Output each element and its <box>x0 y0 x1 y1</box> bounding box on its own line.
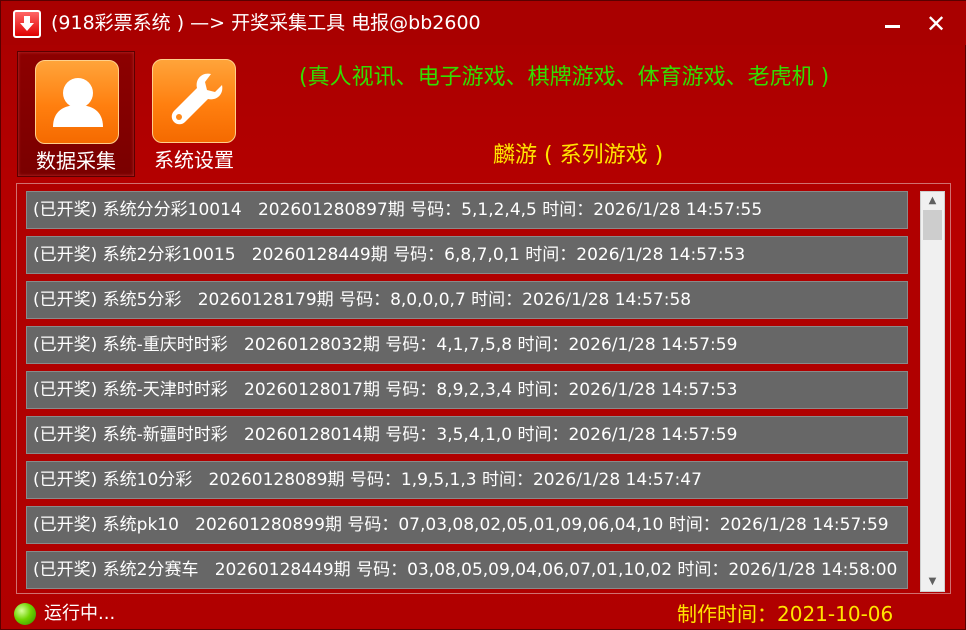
data-collect-label: 数据采集 <box>36 149 116 173</box>
user-icon <box>35 60 119 144</box>
scroll-down-arrow-icon[interactable]: ▼ <box>921 573 944 591</box>
window-title: (918彩票系统 ) —> 开奖采集工具 电报@bb2600 <box>51 12 481 34</box>
scrollbar-thumb[interactable] <box>923 210 942 240</box>
game-categories-banner: (真人视讯、电子游戏、棋牌游戏、体育游戏、老虎机 ) <box>299 65 830 90</box>
results-list[interactable]: (已开奖) 系统分分彩10014 202601280897期 号码：5,1,2,… <box>17 184 919 593</box>
download-arrow-icon <box>13 10 41 38</box>
list-item[interactable]: (已开奖) 系统-新疆时时彩 20260128014期 号码：3,5,4,1,0… <box>26 416 908 454</box>
title-bar[interactable]: (918彩票系统 ) —> 开奖采集工具 电报@bb2600 ✕ <box>1 1 966 45</box>
minimize-button[interactable] <box>881 11 907 37</box>
list-item[interactable]: (已开奖) 系统5分彩 20260128179期 号码：8,0,0,0,7 时间… <box>26 281 908 319</box>
list-item[interactable]: (已开奖) 系统分分彩10014 202601280897期 号码：5,1,2,… <box>26 191 908 229</box>
list-item[interactable]: (已开奖) 系统10分彩 20260128089期 号码：1,9,5,1,3 时… <box>26 461 908 499</box>
scroll-up-arrow-icon[interactable]: ▲ <box>921 192 944 210</box>
green-status-icon <box>14 603 36 625</box>
close-button[interactable]: ✕ <box>923 11 949 37</box>
data-collect-button[interactable]: 数据采集 <box>17 51 135 177</box>
list-item[interactable]: (已开奖) 系统2分赛车 20260128449期 号码：03,08,05,09… <box>26 551 908 589</box>
settings-button[interactable]: 系统设置 <box>135 51 253 177</box>
settings-label: 系统设置 <box>154 148 234 172</box>
wrench-icon <box>152 59 236 143</box>
list-item[interactable]: (已开奖) 系统-天津时时彩 20260128017期 号码：8,9,2,3,4… <box>26 371 908 409</box>
results-panel: (已开奖) 系统分分彩10014 202601280897期 号码：5,1,2,… <box>16 183 951 594</box>
status-text: 运行中... <box>44 603 116 624</box>
list-item[interactable]: (已开奖) 系统2分彩10015 20260128449期 号码：6,8,7,0… <box>26 236 908 274</box>
series-games-banner: 麟游 ( 系列游戏 ) <box>493 143 664 168</box>
app-window: (918彩票系统 ) —> 开奖采集工具 电报@bb2600 ✕ 数据采集 系统… <box>0 0 966 630</box>
build-date: 制作时间：2021-10-06 <box>677 602 894 626</box>
vertical-scrollbar[interactable]: ▲ ▼ <box>920 191 945 592</box>
list-item[interactable]: (已开奖) 系统-重庆时时彩 20260128032期 号码：4,1,7,5,8… <box>26 326 908 364</box>
list-item[interactable]: (已开奖) 系统pk10 202601280899期 号码：07,03,08,0… <box>26 506 908 544</box>
